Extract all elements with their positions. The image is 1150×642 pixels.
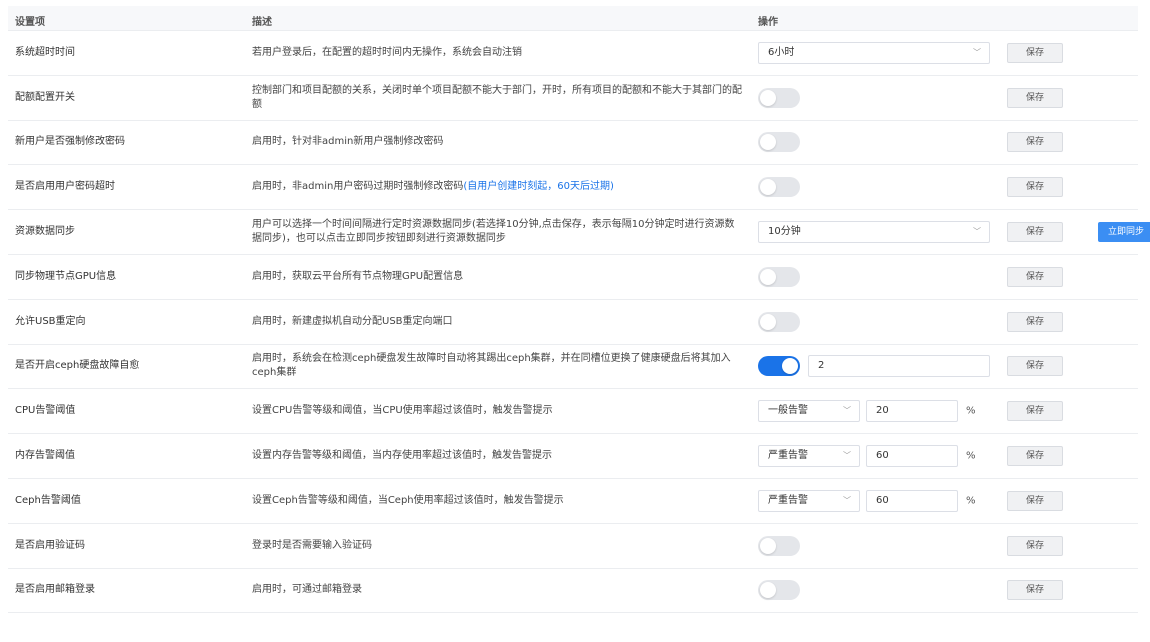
- password-timeout-toggle[interactable]: [758, 177, 800, 198]
- setting-name: 允许USB重定向: [15, 315, 86, 327]
- ceph-threshold-input[interactable]: 60: [866, 489, 958, 512]
- save-button[interactable]: 保存: [1007, 222, 1063, 243]
- save-button[interactable]: 保存: [1007, 132, 1063, 153]
- table-row: 是否启用验证码 登录时是否需要输入验证码 保存: [8, 524, 1138, 569]
- select-value: 10分钟: [768, 226, 801, 238]
- select-value: 一般告警: [768, 405, 808, 417]
- save-button[interactable]: 保存: [1007, 42, 1063, 63]
- setting-desc: 启用时，针对非admin新用户强制修改密码: [252, 136, 444, 148]
- table-row: Ceph告警阈值 设置Ceph告警等级和阈值，当Ceph使用率超过该值时，触发告…: [8, 479, 1138, 524]
- table-row: CPU告警阈值 设置CPU告警等级和阈值，当CPU使用率超过该值时，触发告警提示…: [8, 389, 1138, 435]
- save-button[interactable]: 保存: [1007, 177, 1063, 198]
- table-header: 设置项 描述 操作: [8, 6, 1138, 31]
- unit-label: %: [966, 405, 976, 417]
- unit-label: %: [966, 495, 976, 507]
- quota-toggle[interactable]: [758, 87, 800, 108]
- setting-name: 内存告警阈值: [15, 450, 75, 462]
- setting-desc: 启用时，可通过邮箱登录: [252, 584, 362, 596]
- table-row: 是否开启ceph硬盘故障自愈 启用时，系统会在检测ceph硬盘发生故障时自动将其…: [8, 345, 1138, 390]
- setting-desc: 设置CPU告警等级和阈值，当CPU使用率超过该值时，触发告警提示: [252, 405, 553, 417]
- table-row: 内存告警阈值 设置内存告警等级和阈值，当内存使用率超过该值时，触发告警提示 严重…: [8, 434, 1138, 479]
- setting-name: 是否启用用户密码超时: [15, 181, 115, 193]
- toggle-knob: [760, 582, 776, 599]
- toggle-knob: [760, 268, 776, 285]
- select-value: 6小时: [768, 46, 795, 58]
- save-button[interactable]: 保存: [1007, 401, 1063, 422]
- setting-name: 新用户是否强制修改密码: [15, 136, 125, 148]
- chevron-down-icon: ﹀: [843, 406, 851, 416]
- save-button[interactable]: 保存: [1007, 446, 1063, 467]
- setting-name: 同步物理节点GPU信息: [15, 270, 117, 282]
- header-desc: 描述: [252, 17, 272, 28]
- setting-desc: 若用户登录后，在配置的超时时间内无操作，系统会自动注销: [252, 46, 522, 58]
- save-button[interactable]: 保存: [1007, 490, 1063, 511]
- gpu-sync-toggle[interactable]: [758, 266, 800, 287]
- memory-level-select[interactable]: 严重告警 ﹀: [758, 445, 860, 468]
- setting-desc: 启用时，系统会在检测ceph硬盘发生故障时自动将其踢出ceph集群，并在同槽位更…: [252, 353, 731, 379]
- setting-desc: 用户可以选择一个时间间隔进行定时资源数据同步(若选择10分钟,点击保存，表示每隔…: [252, 219, 735, 245]
- toggle-knob: [760, 313, 776, 330]
- setting-desc: 登录时是否需要输入验证码: [252, 539, 372, 551]
- setting-desc: 启用时，新建虚拟机自动分配USB重定向端口: [252, 315, 453, 327]
- setting-name: Ceph告警阈值: [15, 494, 81, 506]
- select-value: 严重告警: [768, 450, 808, 462]
- select-value: 严重告警: [768, 494, 808, 506]
- setting-name: 是否开启ceph硬盘故障自愈: [15, 360, 140, 372]
- toggle-knob: [760, 537, 776, 554]
- table-row: 同步物理节点GPU信息 启用时，获取云平台所有节点物理GPU配置信息 保存: [8, 255, 1138, 300]
- settings-table: 设置项 描述 操作 系统超时时间 若用户登录后，在配置的超时时间内无操作，系统会…: [8, 6, 1150, 614]
- toggle-knob: [782, 358, 798, 375]
- ceph-self-heal-toggle[interactable]: [758, 356, 800, 377]
- save-button[interactable]: 保存: [1007, 266, 1063, 287]
- cpu-threshold-input[interactable]: 20: [866, 400, 958, 423]
- table-row: 是否启用用户密码超时 启用时，非admin用户密码过期时强制修改密码(自用户创建…: [8, 165, 1138, 211]
- setting-name: 是否启用邮箱登录: [15, 584, 95, 596]
- setting-name: 是否启用验证码: [15, 539, 85, 551]
- cpu-level-select[interactable]: 一般告警 ﹀: [758, 400, 860, 423]
- setting-desc: 启用时，非admin用户密码过期时强制修改密码(自用户创建时刻起，60天后过期): [252, 180, 744, 194]
- setting-desc: 启用时，获取云平台所有节点物理GPU配置信息: [252, 270, 464, 282]
- setting-name: 资源数据同步: [15, 226, 75, 238]
- chevron-down-icon: ﹀: [973, 47, 981, 57]
- chevron-down-icon: ﹀: [973, 227, 981, 237]
- memory-threshold-input[interactable]: 60: [866, 445, 958, 468]
- ceph-level-select[interactable]: 严重告警 ﹀: [758, 489, 860, 512]
- desc-link[interactable]: (自用户创建时刻起，60天后过期): [463, 181, 614, 192]
- unit-label: %: [966, 450, 976, 462]
- table-row: 允许USB重定向 启用时，新建虚拟机自动分配USB重定向端口 保存: [8, 300, 1138, 345]
- setting-name: 系统超时时间: [15, 46, 75, 58]
- save-button[interactable]: 保存: [1007, 87, 1063, 108]
- sync-now-button[interactable]: 立即同步: [1098, 222, 1150, 243]
- table-row: 是否启用邮箱登录 启用时，可通过邮箱登录 保存: [8, 569, 1138, 614]
- save-button[interactable]: 保存: [1007, 356, 1063, 377]
- force-password-change-toggle[interactable]: [758, 132, 800, 153]
- sync-interval-select[interactable]: 10分钟 ﹀: [758, 221, 990, 244]
- setting-desc: 控制部门和项目配额的关系，关闭时单个项目配额不能大于部门，开时，所有项目的配额和…: [252, 84, 742, 110]
- timeout-select[interactable]: 6小时 ﹀: [758, 41, 990, 64]
- table-row: 配额配置开关 控制部门和项目配额的关系，关闭时单个项目配额不能大于部门，开时，所…: [8, 76, 1138, 121]
- table-row: 系统超时时间 若用户登录后，在配置的超时时间内无操作，系统会自动注销 6小时 ﹀…: [8, 31, 1138, 76]
- email-login-toggle[interactable]: [758, 580, 800, 601]
- toggle-knob: [760, 134, 776, 151]
- desc-text: 启用时，非admin用户密码过期时强制修改密码: [252, 181, 464, 193]
- table-row: 资源数据同步 用户可以选择一个时间间隔进行定时资源数据同步(若选择10分钟,点击…: [8, 210, 1150, 255]
- toggle-knob: [760, 89, 776, 106]
- setting-name: 配额配置开关: [15, 91, 75, 103]
- header-item: 设置项: [15, 17, 45, 28]
- toggle-knob: [760, 179, 776, 196]
- save-button[interactable]: 保存: [1007, 311, 1063, 332]
- save-button[interactable]: 保存: [1007, 535, 1063, 556]
- ceph-heal-value-input[interactable]: 2: [808, 355, 990, 378]
- save-button[interactable]: 保存: [1007, 580, 1063, 601]
- setting-name: CPU告警阈值: [15, 405, 76, 417]
- setting-desc: 设置Ceph告警等级和阈值，当Ceph使用率超过该值时，触发告警提示: [252, 494, 564, 506]
- header-operation: 操作: [758, 17, 778, 28]
- usb-redirect-toggle[interactable]: [758, 311, 800, 332]
- table-row: 新用户是否强制修改密码 启用时，针对非admin新用户强制修改密码 保存: [8, 121, 1138, 166]
- chevron-down-icon: ﹀: [843, 495, 851, 505]
- chevron-down-icon: ﹀: [843, 451, 851, 461]
- setting-desc: 设置内存告警等级和阈值，当内存使用率超过该值时，触发告警提示: [252, 450, 552, 462]
- captcha-toggle[interactable]: [758, 535, 800, 556]
